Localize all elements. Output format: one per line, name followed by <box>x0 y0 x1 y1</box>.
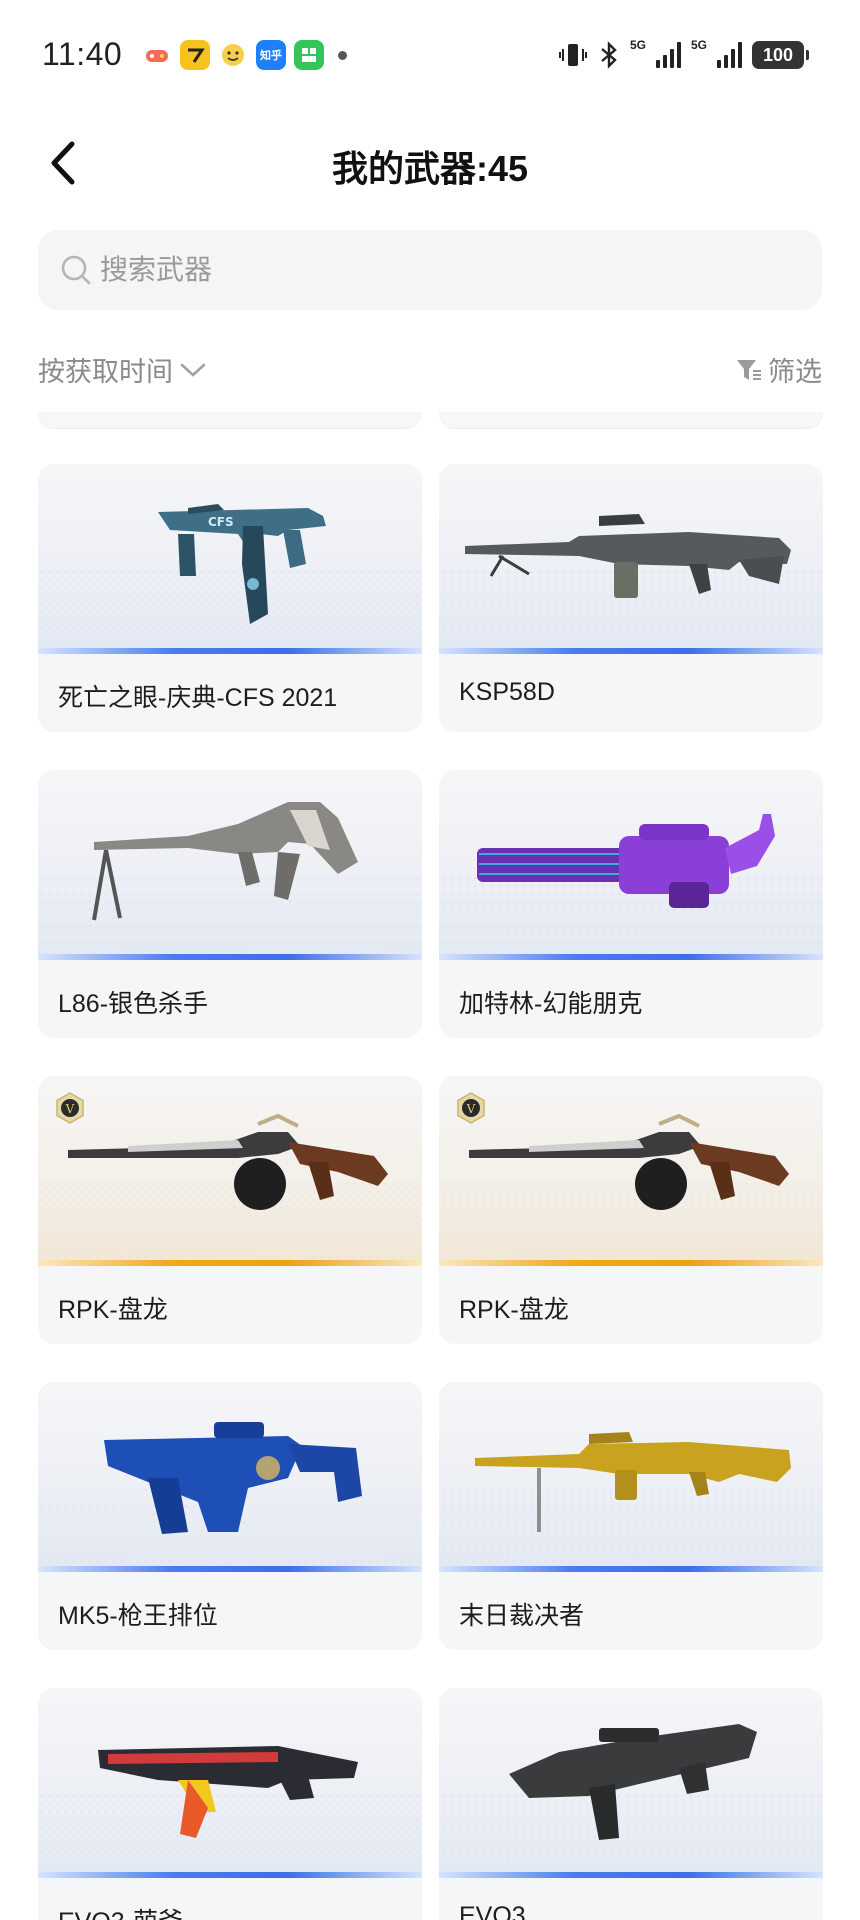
search-bar[interactable] <box>38 230 822 310</box>
notification-icons: 知乎 <box>142 40 347 70</box>
weapon-card[interactable]: 加特林-幻能朋克 <box>439 770 823 1038</box>
weapon-name: 死亡之眼-庆典-CFS 2021 <box>58 684 338 712</box>
machine-gun-weapon-icon <box>475 1432 791 1532</box>
rarity-bar <box>38 1872 422 1878</box>
weapon-name: RPK-盘龙 <box>58 1296 168 1324</box>
vibrate-icon <box>558 44 587 66</box>
rarity-bar <box>38 1566 422 1572</box>
weapon-card[interactable]: V RPK-盘龙 <box>439 1076 823 1344</box>
zhihu-app-icon: 知乎 <box>256 40 286 70</box>
page-title: 我的武器:45 <box>331 148 529 189</box>
rarity-bar <box>38 648 422 654</box>
weapon-card[interactable]: EVO3 <box>439 1688 823 1920</box>
rarity-bar <box>439 1872 823 1878</box>
rifle-weapon-icon <box>92 802 358 921</box>
status-time: 11:40 <box>42 36 123 72</box>
rarity-bar <box>439 1260 823 1266</box>
machine-gun-weapon-icon <box>465 514 791 598</box>
kriss-weapon-icon <box>104 1422 362 1534</box>
rarity-bar <box>38 1260 422 1266</box>
weapon-image-area <box>38 770 422 960</box>
svg-text:CFS: CFS <box>208 515 234 529</box>
bluetooth-icon <box>601 41 617 69</box>
weapon-name: 末日裁决者 <box>459 1602 585 1630</box>
game-app-icon <box>142 40 172 70</box>
smg-weapon-icon: CFS <box>158 504 326 624</box>
qimao-app-icon <box>180 40 210 70</box>
signal-strength-2-icon <box>717 42 742 68</box>
signal-strength-1-icon <box>655 42 681 68</box>
rpk-weapon-icon <box>469 1113 789 1210</box>
weapon-card[interactable]: V RPK-盘龙 <box>38 1076 422 1344</box>
weapon-image-area: CFS <box>38 464 422 654</box>
search-icon <box>61 255 91 285</box>
weapon-card[interactable]: EVO3-萌爷 <box>38 1688 422 1920</box>
weapon-image-area <box>38 1688 422 1878</box>
rarity-bar <box>439 1566 823 1572</box>
gatling-weapon-icon <box>477 814 775 908</box>
weapon-image-area <box>439 1688 823 1878</box>
weapon-image-area <box>439 464 823 654</box>
system-status: 5G 5G 100 <box>558 38 809 70</box>
network-label-2: 5G <box>690 38 707 52</box>
network-label-1: 5G <box>629 38 646 52</box>
weapon-card[interactable]: 末日裁决者 <box>439 1382 823 1650</box>
more-notifications-dot-icon <box>338 50 347 60</box>
sort-dropdown[interactable]: 按获取时间 <box>38 350 207 389</box>
battery-icon: 100 <box>752 41 809 69</box>
weapon-image-area: V <box>439 1076 823 1266</box>
weapon-image-area: V <box>38 1076 422 1266</box>
rarity-bar <box>38 954 422 960</box>
weapon-card[interactable]: MK5-枪王排位 <box>38 1382 422 1650</box>
sort-label: 按获取时间 <box>38 357 173 387</box>
weapon-card[interactable]: CFS 死亡之眼-庆典-CFS 2021 <box>38 464 422 732</box>
sort-filter-row: 按获取时间 筛选 <box>38 350 822 390</box>
smg-weapon-icon <box>98 1746 358 1838</box>
weapon-name: 加特林-幻能朋克 <box>459 990 643 1018</box>
rpk-weapon-icon <box>68 1113 388 1210</box>
green-app-icon <box>294 40 324 70</box>
filter-label: 筛选 <box>768 357 822 387</box>
rarity-bar <box>439 954 823 960</box>
weapon-card-partial[interactable] <box>38 412 422 428</box>
weapon-card[interactable]: KSP58D <box>439 464 823 732</box>
weapon-name: L86-银色杀手 <box>58 990 209 1018</box>
weapon-name: KSP58D <box>459 678 555 706</box>
smg-weapon-icon <box>509 1724 757 1840</box>
emoji-app-icon <box>218 40 248 70</box>
weapon-card-partial[interactable] <box>439 412 823 428</box>
weapon-card[interactable]: L86-银色杀手 <box>38 770 422 1038</box>
rarity-bar <box>439 648 823 654</box>
status-bar: 11:40 知乎 5G 5G 100 <box>0 0 860 110</box>
filter-icon <box>737 359 761 380</box>
weapon-image-area <box>439 1382 823 1572</box>
filter-button[interactable]: 筛选 <box>734 350 822 389</box>
weapon-name: RPK-盘龙 <box>459 1296 569 1324</box>
chevron-down-icon <box>180 363 206 377</box>
weapon-image-area <box>439 770 823 960</box>
weapon-name: MK5-枪王排位 <box>58 1602 218 1630</box>
weapon-name: EVO3-萌爷 <box>58 1902 183 1920</box>
header: 我的武器:45 <box>0 120 860 206</box>
weapon-name: EVO3 <box>459 1902 526 1920</box>
weapon-grid: CFS 死亡之眼-庆典-CFS 2021 KSP58D L86-银色杀手 加特林… <box>0 412 860 1920</box>
weapon-image-area <box>38 1382 422 1572</box>
search-input[interactable] <box>100 254 780 286</box>
